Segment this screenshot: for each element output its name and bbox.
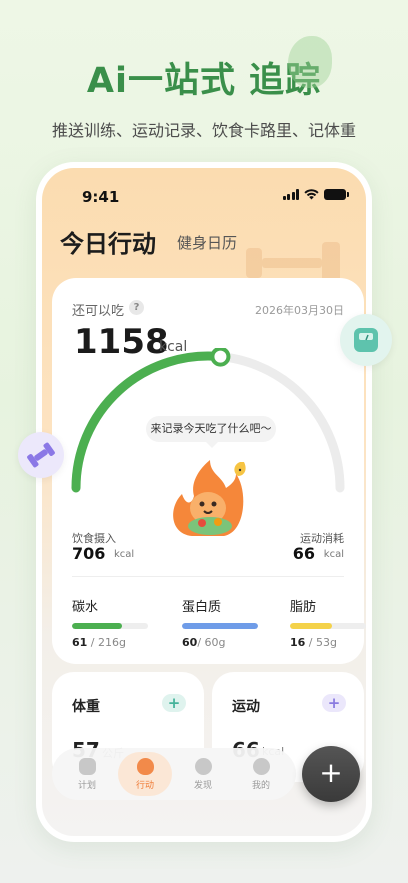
- dumbbell-float-badge: [18, 432, 64, 478]
- intake-unit: kcal: [114, 549, 135, 560]
- macro-progress-fill: [290, 623, 332, 629]
- dumbbell-icon: [27, 442, 55, 468]
- macro-current: 60: [182, 636, 198, 649]
- status-time: 9:41: [82, 188, 120, 206]
- macro-label: 蛋白质: [182, 600, 222, 615]
- flame-mascot-icon: [173, 460, 246, 536]
- macro-current: 61: [72, 636, 88, 649]
- status-icons: [282, 189, 349, 200]
- macro-carbs[interactable]: 碳水 61 / 216g: [72, 596, 148, 649]
- flame-icon: [136, 757, 154, 775]
- status-bar: 9:41: [42, 168, 366, 216]
- burn-value: 66: [292, 544, 315, 563]
- discover-icon: [194, 757, 212, 775]
- tab-profile[interactable]: 我的: [234, 752, 288, 796]
- add-weight-button[interactable]: +: [162, 694, 186, 712]
- bottom-tab-bar: 计划 行动 发现 我的: [52, 748, 296, 800]
- help-icon[interactable]: ?: [129, 300, 144, 315]
- scale-float-badge: [340, 314, 392, 366]
- tab-label: 计划: [77, 780, 96, 791]
- tab-label: 发现: [193, 780, 212, 791]
- macro-progress-bar: [182, 623, 258, 629]
- macro-label: 碳水: [72, 600, 99, 615]
- tab-discover[interactable]: 发现: [176, 752, 230, 796]
- scale-icon: [354, 328, 378, 352]
- calendar-icon: [78, 757, 96, 775]
- macro-current: 16: [290, 636, 306, 649]
- phone-frame: 9:41 今日行动 健身日历 还可以吃 ? 2026年03月30日 1158 k…: [36, 162, 372, 842]
- macro-value: 61 / 216g: [72, 636, 148, 649]
- macro-value: 60/ 60g: [182, 636, 258, 649]
- add-record-button[interactable]: +: [302, 746, 360, 802]
- macro-total: / 53g: [305, 636, 337, 649]
- macro-progress-bar: [72, 623, 148, 629]
- signal-icon: [282, 189, 299, 200]
- intake-value: 706: [72, 544, 106, 563]
- gauge-knob[interactable]: [210, 348, 231, 367]
- date-label[interactable]: 2026年03月30日: [255, 302, 344, 318]
- macro-progress-fill: [72, 623, 123, 629]
- macro-fat[interactable]: 脂肪 16 / 53g: [290, 596, 366, 649]
- battery-icon: [324, 189, 349, 200]
- weight-card-title: 体重: [72, 699, 100, 715]
- speech-bubble: 来记录今天吃了什么吧～: [146, 416, 276, 448]
- macro-progress-fill: [182, 623, 258, 629]
- tab-plan[interactable]: 计划: [60, 752, 114, 796]
- calorie-summary-card: 还可以吃 ? 2026年03月30日 1158 kcal 来记录今天吃了什么吧～: [52, 278, 366, 664]
- tab-action[interactable]: 行动: [118, 752, 172, 796]
- tab-label: 行动: [135, 780, 154, 791]
- banner-subline: 推送训练、运动记录、饮食卡路里、记体重: [51, 121, 356, 140]
- macro-total: / 60g: [197, 636, 226, 649]
- leaf-decoration: [288, 36, 332, 88]
- page-title: 今日行动: [60, 230, 156, 258]
- wifi-icon: [304, 189, 319, 200]
- app-screen: 9:41 今日行动 健身日历 还可以吃 ? 2026年03月30日 1158 k…: [42, 168, 366, 836]
- profile-icon: [252, 757, 270, 775]
- burn-unit: kcal: [323, 549, 344, 560]
- fitness-calendar-tab[interactable]: 健身日历: [177, 232, 237, 253]
- tab-label: 我的: [251, 780, 270, 791]
- divider: [72, 576, 344, 577]
- remaining-label: 还可以吃: [72, 304, 125, 319]
- add-exercise-button[interactable]: +: [322, 694, 346, 712]
- banner-headline: Ai一站式 追踪: [86, 61, 322, 101]
- exercise-card-title: 运动: [232, 699, 260, 715]
- macro-total: / 216g: [87, 636, 126, 649]
- macro-protein[interactable]: 蛋白质 60/ 60g: [182, 596, 258, 649]
- macro-progress-bar: [290, 623, 366, 629]
- macro-label: 脂肪: [290, 600, 317, 615]
- macro-value: 16 / 53g: [290, 636, 366, 649]
